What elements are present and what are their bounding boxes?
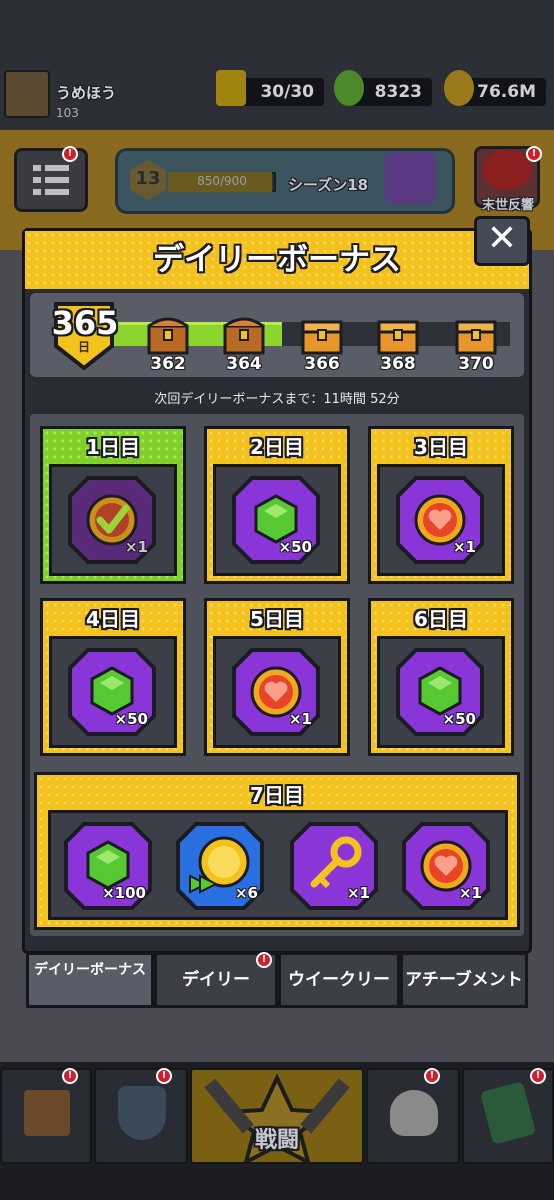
chest-icon[interactable] xyxy=(376,312,420,356)
milestone-label: 364 xyxy=(226,354,262,374)
item-quantity: ×1 xyxy=(346,884,370,902)
player-name: うめほう xyxy=(56,84,117,102)
day-card-label: 4日目 xyxy=(86,607,140,631)
chest-icon[interactable] xyxy=(454,312,498,356)
day-card-label: 6日目 xyxy=(414,607,468,631)
ticket-icon xyxy=(479,1081,537,1145)
coin-icon[interactable] xyxy=(444,70,474,106)
nav-boss-badge: ! xyxy=(424,1068,440,1084)
player-level: 103 xyxy=(56,106,79,120)
item-quantity: ×1 xyxy=(124,538,148,556)
milestone-label: 370 xyxy=(458,354,494,374)
skull-icon xyxy=(390,1090,438,1136)
day-card-label: 7日目 xyxy=(250,783,304,807)
season-xp-text: 850/900 xyxy=(197,174,247,188)
menu-alert-badge: ! xyxy=(62,146,78,162)
milestone-label: 362 xyxy=(150,354,186,374)
item-quantity: ×50 xyxy=(442,710,476,728)
close-button[interactable]: ✕ xyxy=(474,216,530,266)
season-label: シーズン18 xyxy=(288,176,369,194)
demon-face-icon xyxy=(482,150,532,190)
milestone-label: 366 xyxy=(304,354,340,374)
chest-icon[interactable] xyxy=(146,312,190,356)
nav-equipment-button[interactable] xyxy=(94,1068,188,1164)
milestone-label: 368 xyxy=(380,354,416,374)
item-quantity: ×1 xyxy=(458,884,482,902)
chest-icon[interactable] xyxy=(222,312,266,356)
item-quantity: ×1 xyxy=(288,710,312,728)
day-card-label: 2日目 xyxy=(250,435,304,459)
next-bonus-timer: 次回デイリーボーナスまで：11時間 52分 xyxy=(154,392,400,407)
day-card-label: 1日目 xyxy=(86,435,140,459)
streak-day-value: 365 xyxy=(51,304,119,342)
tab-daily-badge: ! xyxy=(256,952,272,968)
day-card-label: 3日目 xyxy=(414,435,468,459)
nav-boss-button[interactable] xyxy=(366,1068,460,1164)
dialog-title: デイリーボーナス xyxy=(153,242,401,278)
season-level: 13 xyxy=(135,168,161,189)
nav-shop-button[interactable] xyxy=(0,1068,92,1164)
item-quantity: ×50 xyxy=(278,538,312,556)
nav-battle-label: 戦闘 xyxy=(254,1128,299,1153)
gem-icon[interactable] xyxy=(334,70,364,106)
armor-icon xyxy=(118,1086,166,1140)
energy-icon[interactable] xyxy=(216,70,246,106)
tab-weekly[interactable]: ウイークリー xyxy=(278,952,400,1008)
item-quantity: ×50 xyxy=(114,710,148,728)
season-rank-emblem-icon xyxy=(384,152,436,204)
close-icon: ✕ xyxy=(486,218,518,259)
energy-counter: 30/30 xyxy=(236,76,326,108)
player-avatar[interactable] xyxy=(4,70,50,118)
shop-icon xyxy=(24,1090,70,1136)
nav-pass-badge: ! xyxy=(530,1068,546,1084)
item-quantity: ×6 xyxy=(234,884,258,902)
nav-shop-badge: ! xyxy=(62,1068,78,1084)
chest-icon[interactable] xyxy=(300,312,344,356)
tab-achievements[interactable]: アチーブメント xyxy=(400,952,528,1008)
item-quantity: ×100 xyxy=(102,884,146,902)
event-label: 末世反響 xyxy=(481,198,534,213)
item-quantity: ×1 xyxy=(452,538,476,556)
top-bar-background xyxy=(0,0,554,130)
day-card-label: 5日目 xyxy=(250,607,304,631)
tab-daily-bonus[interactable]: デイリーボーナス xyxy=(26,952,154,1008)
nav-equipment-badge: ! xyxy=(156,1068,172,1084)
event-alert-badge: ! xyxy=(526,146,542,162)
streak-day-unit: 日 xyxy=(77,340,90,354)
